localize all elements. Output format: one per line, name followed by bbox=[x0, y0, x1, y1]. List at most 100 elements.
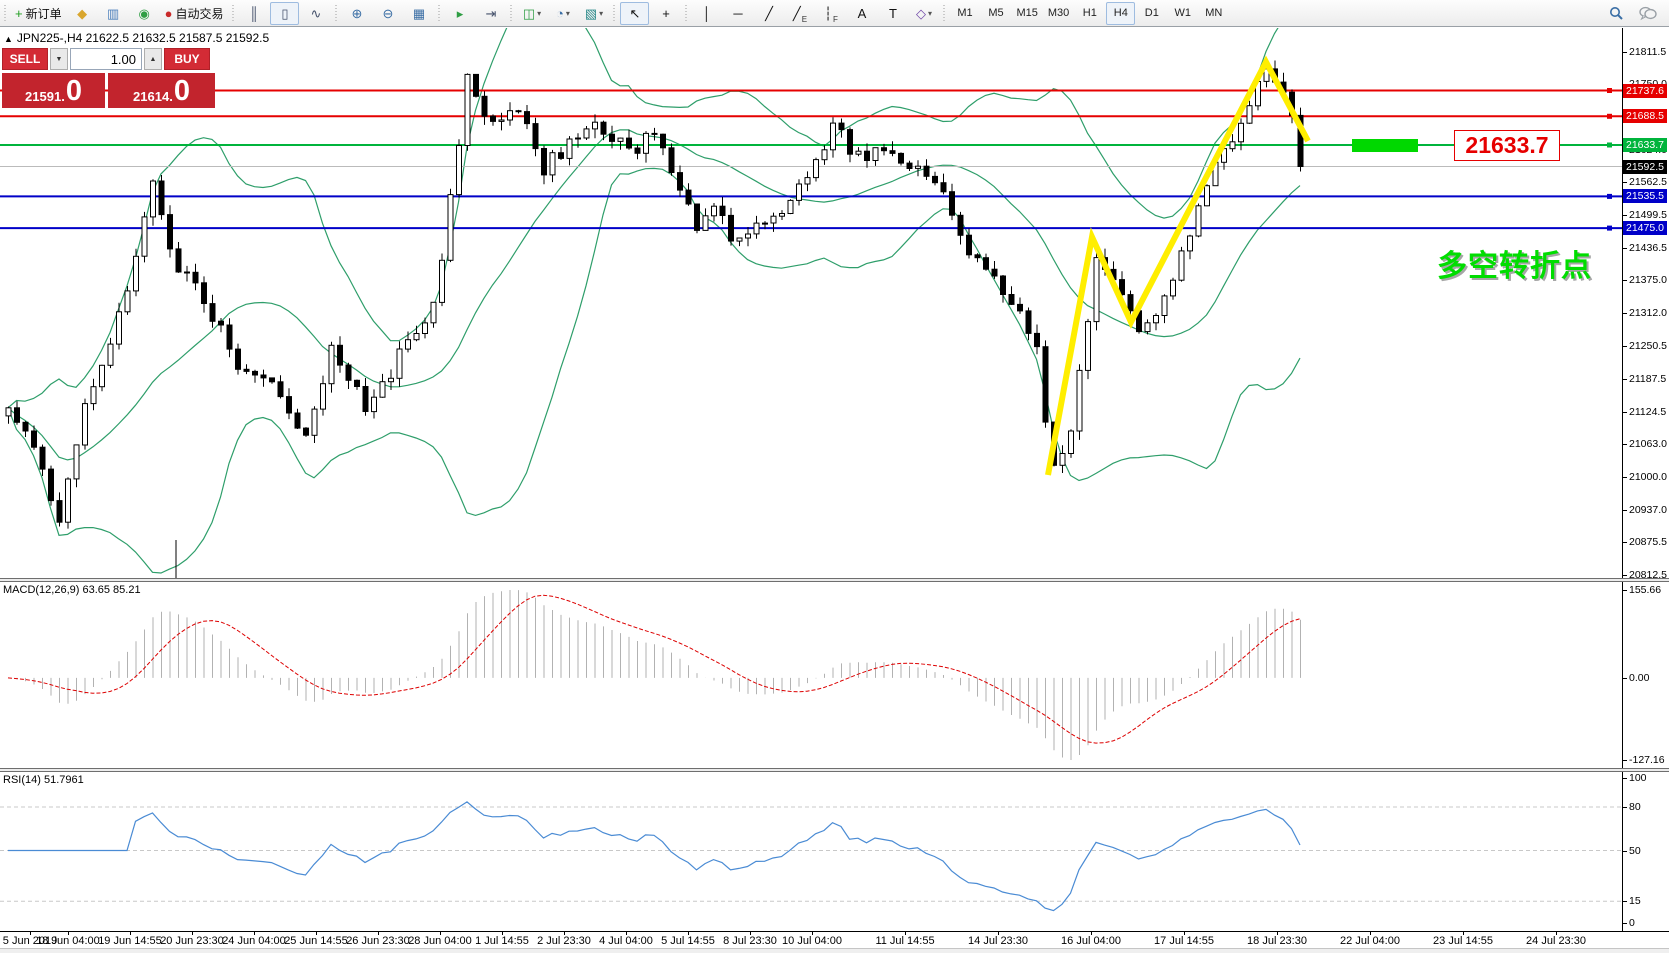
rsi-axis-label: 80 bbox=[1629, 801, 1641, 813]
equidistant-channel-button[interactable]: ╱E bbox=[785, 2, 814, 25]
mt4-terminal-window: +新订单◆▥◉●自动交易 ║▯∿ ⊕⊖▦ ▸⇥ ◫▾◔▾▧▾ ↖+ │─╱╱E┆FAT◇▾ M… bbox=[0, 0, 1669, 953]
arrows-dropdown-button[interactable]: ◇▾ bbox=[909, 2, 938, 25]
price-axis-tick-label: 21063.0 bbox=[1629, 438, 1667, 450]
timeframe-m1-button[interactable]: M1 bbox=[950, 2, 979, 25]
rsi-indicator-panel[interactable]: RSI(14) 51.7961 bbox=[0, 772, 1622, 931]
time-axis[interactable]: 5 Jun 201918 Jun 04:0019 Jun 14:5520 Jun… bbox=[0, 931, 1669, 948]
rsi-axis-label: 100 bbox=[1629, 772, 1647, 784]
rsi-axis-tick bbox=[1623, 901, 1627, 902]
volume-increase-button[interactable]: ▲ bbox=[144, 48, 162, 70]
rsi-chart[interactable] bbox=[0, 772, 1622, 931]
macd-chart[interactable] bbox=[0, 582, 1622, 768]
volume-input[interactable] bbox=[70, 48, 142, 70]
fibonacci-button[interactable]: ┆F bbox=[816, 2, 845, 25]
toolbar-buttons: +新订单◆▥◉●自动交易 ║▯∿ ⊕⊖▦ ▸⇥ ◫▾◔▾▧▾ ↖+ │─╱╱E┆FAT◇▾ M… bbox=[0, 0, 1229, 26]
rsi-axis-tick bbox=[1623, 778, 1627, 779]
rsi-axis-tick bbox=[1623, 807, 1627, 808]
price-axis-tick-label: 20875.5 bbox=[1629, 536, 1667, 548]
toolbar-group-separator bbox=[683, 3, 689, 23]
sell-price-button[interactable]: 21591.0 bbox=[2, 73, 105, 108]
time-axis-label: 4 Jul 04:00 bbox=[599, 935, 653, 947]
market-watch-icon-button[interactable]: ▥ bbox=[99, 2, 128, 25]
zoom-out-button[interactable]: ⊖ bbox=[373, 2, 402, 25]
timeframe-m5-button[interactable]: M5 bbox=[981, 2, 1010, 25]
sell-price-big-digit: 0 bbox=[66, 78, 82, 106]
chat-icon[interactable] bbox=[1633, 2, 1662, 25]
signals-icon-button[interactable]: ◉ bbox=[130, 2, 159, 25]
macd-axis-label: 155.66 bbox=[1629, 584, 1661, 596]
timeframe-m15-button[interactable]: M15 bbox=[1012, 2, 1041, 25]
time-axis-label: 8 Jul 23:30 bbox=[723, 935, 777, 947]
time-axis-label: 5 Jul 14:55 bbox=[661, 935, 715, 947]
periods-dropdown-button[interactable]: ◔▾ bbox=[548, 2, 577, 25]
macd-axis-tick bbox=[1623, 590, 1627, 591]
trendline-button[interactable]: ╱ bbox=[754, 2, 783, 25]
search-icon[interactable] bbox=[1602, 2, 1631, 25]
time-axis-label: 1 Jul 14:55 bbox=[475, 935, 529, 947]
price-axis-tick bbox=[1623, 444, 1627, 445]
candlestick-chart[interactable] bbox=[0, 28, 1622, 578]
price-axis-tick-label: 21375.0 bbox=[1629, 274, 1667, 286]
tile-windows-button[interactable]: ▦ bbox=[404, 2, 433, 25]
price-axis-tick-label: 21187.5 bbox=[1629, 373, 1666, 385]
time-axis-label: 26 Jun 23:30 bbox=[346, 935, 410, 947]
macd-axis-tick bbox=[1623, 678, 1627, 679]
panel-splitter-rsi[interactable] bbox=[0, 768, 1669, 772]
price-axis-badge: 21535.5 bbox=[1623, 189, 1667, 203]
window-icon: ▲ bbox=[4, 34, 13, 44]
price-axis-tick bbox=[1623, 542, 1627, 543]
history-center-icon-button[interactable]: ◆ bbox=[68, 2, 97, 25]
candles bbox=[6, 61, 1303, 529]
buy-price-button[interactable]: 21614.0 bbox=[108, 73, 215, 108]
templates-dropdown-button[interactable]: ▧▾ bbox=[579, 2, 608, 25]
rsi-axis-label: 50 bbox=[1629, 845, 1641, 857]
rsi-line bbox=[8, 802, 1300, 911]
macd-indicator-panel[interactable]: MACD(12,26,9) 63.65 85.21 bbox=[0, 582, 1622, 768]
new-chart-dropdown-button[interactable]: ◫▾ bbox=[517, 2, 546, 25]
toolbar-group-separator bbox=[611, 3, 617, 23]
sell-button[interactable]: SELL bbox=[2, 48, 48, 70]
rsi-axis-tick bbox=[1623, 851, 1627, 852]
symbol-info: ▲JPN225-,H4 21622.5 21632.5 21587.5 2159… bbox=[4, 31, 269, 45]
price-callout-label[interactable]: 21633.7 bbox=[1454, 130, 1560, 161]
buy-button[interactable]: BUY bbox=[164, 48, 210, 70]
toolbar-group-separator bbox=[436, 3, 442, 23]
price-axis-tick bbox=[1623, 280, 1627, 281]
trade-panel-controls: SELL ▼ ▲ BUY bbox=[2, 48, 218, 71]
timeframe-h1-button[interactable]: H1 bbox=[1075, 2, 1104, 25]
price-axis-tick-label: 21312.0 bbox=[1629, 307, 1667, 319]
price-axis-tick bbox=[1623, 248, 1627, 249]
timeframe-d1-button[interactable]: D1 bbox=[1137, 2, 1166, 25]
yellow-zigzag-annotation bbox=[1048, 62, 1308, 475]
horizontal-line-button[interactable]: ─ bbox=[723, 2, 752, 25]
candlestick-chart-type-button[interactable]: ▯ bbox=[270, 2, 299, 25]
time-axis-label: 23 Jul 14:55 bbox=[1433, 935, 1493, 947]
price-axis-badge: 21688.5 bbox=[1623, 109, 1667, 123]
volume-decrease-button[interactable]: ▼ bbox=[50, 48, 68, 70]
new-order-button[interactable]: +新订单 bbox=[11, 2, 66, 25]
cursor-button[interactable]: ↖ bbox=[620, 2, 649, 25]
panel-splitter-macd[interactable] bbox=[0, 578, 1669, 582]
auto-scroll-button[interactable]: ▸ bbox=[445, 2, 474, 25]
bar-chart-type-button[interactable]: ║ bbox=[239, 2, 268, 25]
timeframe-w1-button[interactable]: W1 bbox=[1168, 2, 1197, 25]
toolbar-right bbox=[1601, 2, 1669, 25]
timeframe-h4-button[interactable]: H4 bbox=[1106, 2, 1135, 25]
text-label-button[interactable]: T bbox=[878, 2, 907, 25]
zoom-in-button[interactable]: ⊕ bbox=[342, 2, 371, 25]
crosshair-button[interactable]: + bbox=[651, 2, 680, 25]
auto-trading-button[interactable]: ●自动交易 bbox=[161, 2, 228, 25]
timeframe-m30-button[interactable]: M30 bbox=[1044, 2, 1073, 25]
price-axis-tick bbox=[1623, 477, 1627, 478]
text-button[interactable]: A bbox=[847, 2, 876, 25]
status-bar bbox=[0, 948, 1669, 953]
vertical-line-button[interactable]: │ bbox=[692, 2, 721, 25]
line-chart-type-button[interactable]: ∿ bbox=[301, 2, 330, 25]
time-axis-label: 18 Jun 04:00 bbox=[36, 935, 100, 947]
chinese-annotation-text[interactable]: 多空转折点 bbox=[1437, 241, 1592, 285]
chart-shift-button[interactable]: ⇥ bbox=[476, 2, 505, 25]
main-chart-panel[interactable]: ▲JPN225-,H4 21622.5 21632.5 21587.5 2159… bbox=[0, 28, 1622, 578]
timeframe-mn-button[interactable]: MN bbox=[1199, 2, 1228, 25]
price-axis-tick-label: 21436.5 bbox=[1629, 242, 1667, 254]
price-axis[interactable]: 21811.521750.021688.521624.021562.521499… bbox=[1622, 28, 1669, 948]
